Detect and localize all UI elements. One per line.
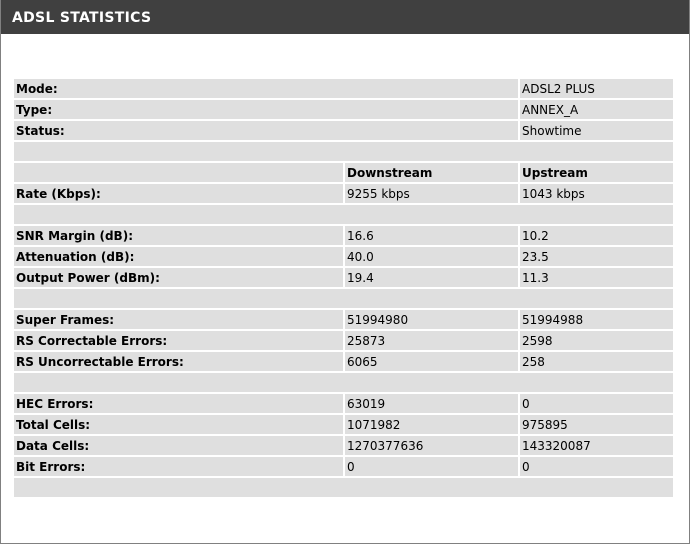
adsl-stats-table: Mode: ADSL2 PLUS Type: ANNEX_A Status: S… xyxy=(12,77,675,499)
table-row-data-cells: Data Cells: 1270377636 143320087 xyxy=(14,436,673,455)
table-row-super-frames: Super Frames: 51994980 51994988 xyxy=(14,310,673,329)
rs-uncorrectable-label: RS Uncorrectable Errors: xyxy=(14,352,343,371)
total-cells-upstream: 975895 xyxy=(520,415,673,434)
adsl-statistics-panel: ADSL STATISTICS Mode: ADSL2 PLUS Type: A… xyxy=(0,0,690,544)
output-power-downstream: 19.4 xyxy=(345,268,518,287)
type-label: Type: xyxy=(14,100,518,119)
mode-label: Mode: xyxy=(14,79,518,98)
rs-correctable-label: RS Correctable Errors: xyxy=(14,331,343,350)
type-value: ANNEX_A xyxy=(520,100,673,119)
output-power-label: Output Power (dBm): xyxy=(14,268,343,287)
header-blank-cell xyxy=(14,163,343,182)
bit-errors-label: Bit Errors: xyxy=(14,457,343,476)
bit-errors-upstream: 0 xyxy=(520,457,673,476)
data-cells-downstream: 1270377636 xyxy=(345,436,518,455)
rate-downstream: 9255 kbps xyxy=(345,184,518,203)
table-row-output-power: Output Power (dBm): 19.4 11.3 xyxy=(14,268,673,287)
data-cells-label: Data Cells: xyxy=(14,436,343,455)
snr-margin-upstream: 10.2 xyxy=(520,226,673,245)
table-row-rs-correctable: RS Correctable Errors: 25873 2598 xyxy=(14,331,673,350)
snr-margin-label: SNR Margin (dB): xyxy=(14,226,343,245)
table-spacer-row xyxy=(14,478,673,497)
total-cells-label: Total Cells: xyxy=(14,415,343,434)
super-frames-label: Super Frames: xyxy=(14,310,343,329)
table-spacer-row xyxy=(14,142,673,161)
output-power-upstream: 11.3 xyxy=(520,268,673,287)
table-row-rate: Rate (Kbps): 9255 kbps 1043 kbps xyxy=(14,184,673,203)
rs-correctable-upstream: 2598 xyxy=(520,331,673,350)
table-row-mode: Mode: ADSL2 PLUS xyxy=(14,79,673,98)
mode-value: ADSL2 PLUS xyxy=(520,79,673,98)
attenuation-upstream: 23.5 xyxy=(520,247,673,266)
table-row-status: Status: Showtime xyxy=(14,121,673,140)
table-spacer-row xyxy=(14,205,673,224)
table-row-snr-margin: SNR Margin (dB): 16.6 10.2 xyxy=(14,226,673,245)
rs-uncorrectable-downstream: 6065 xyxy=(345,352,518,371)
hec-errors-label: HEC Errors: xyxy=(14,394,343,413)
super-frames-downstream: 51994980 xyxy=(345,310,518,329)
table-spacer-row xyxy=(14,289,673,308)
total-cells-downstream: 1071982 xyxy=(345,415,518,434)
table-row-bit-errors: Bit Errors: 0 0 xyxy=(14,457,673,476)
downstream-header: Downstream xyxy=(345,163,518,182)
table-row-attenuation: Attenuation (dB): 40.0 23.5 xyxy=(14,247,673,266)
panel-title: ADSL STATISTICS xyxy=(1,0,689,34)
bit-errors-downstream: 0 xyxy=(345,457,518,476)
rate-label: Rate (Kbps): xyxy=(14,184,343,203)
hec-errors-upstream: 0 xyxy=(520,394,673,413)
rs-correctable-downstream: 25873 xyxy=(345,331,518,350)
table-row-total-cells: Total Cells: 1071982 975895 xyxy=(14,415,673,434)
super-frames-upstream: 51994988 xyxy=(520,310,673,329)
table-spacer-row xyxy=(14,373,673,392)
table-header-row: Downstream Upstream xyxy=(14,163,673,182)
attenuation-label: Attenuation (dB): xyxy=(14,247,343,266)
rs-uncorrectable-upstream: 258 xyxy=(520,352,673,371)
table-row-rs-uncorrectable: RS Uncorrectable Errors: 6065 258 xyxy=(14,352,673,371)
table-row-hec-errors: HEC Errors: 63019 0 xyxy=(14,394,673,413)
data-cells-upstream: 143320087 xyxy=(520,436,673,455)
table-row-type: Type: ANNEX_A xyxy=(14,100,673,119)
status-label: Status: xyxy=(14,121,518,140)
snr-margin-downstream: 16.6 xyxy=(345,226,518,245)
attenuation-downstream: 40.0 xyxy=(345,247,518,266)
hec-errors-downstream: 63019 xyxy=(345,394,518,413)
status-value: Showtime xyxy=(520,121,673,140)
upstream-header: Upstream xyxy=(520,163,673,182)
rate-upstream: 1043 kbps xyxy=(520,184,673,203)
